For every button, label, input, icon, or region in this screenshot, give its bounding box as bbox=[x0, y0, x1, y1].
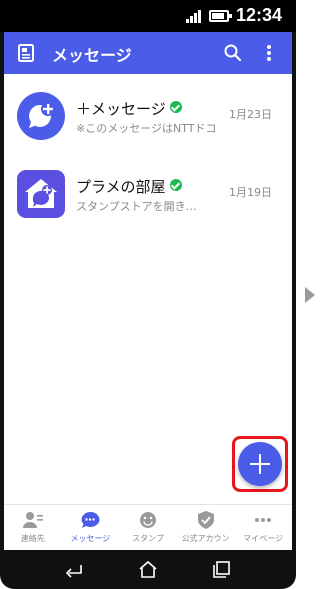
nav-label: 公式アカウン bbox=[181, 534, 230, 543]
overflow-menu-icon[interactable] bbox=[262, 42, 276, 64]
shield-check-icon bbox=[197, 511, 214, 529]
recent-apps-icon[interactable] bbox=[210, 559, 234, 579]
bottom-nav: 連絡先 メッセージ スタンプ 公式アカウン マイページ bbox=[4, 504, 292, 550]
message-list-item[interactable]: プラメの部屋 スタンプストアを開き… 1月19日 bbox=[4, 152, 292, 230]
nav-label: メッセージ bbox=[70, 534, 111, 543]
nav-item-my-page[interactable]: マイページ bbox=[234, 505, 292, 550]
chat-bubble-icon bbox=[82, 511, 100, 528]
page-title: メッセージ bbox=[52, 46, 132, 65]
nav-item-messages[interactable]: メッセージ bbox=[62, 505, 120, 550]
message-sender-name: ＋メッセージ bbox=[76, 98, 182, 119]
nav-item-official-accounts[interactable]: 公式アカウン bbox=[177, 505, 235, 550]
plus-icon bbox=[250, 454, 270, 474]
nav-label: スタンプ bbox=[132, 534, 164, 543]
verified-check-icon bbox=[169, 179, 182, 191]
screenshot-page: 12:34 メッセージ ＋メッセージ ※このメッセージはNTTドコモ 1月23日… bbox=[0, 0, 318, 589]
status-time: 12:34 bbox=[236, 5, 283, 25]
app-bar: メッセージ bbox=[4, 32, 292, 74]
phone-frame: 12:34 メッセージ ＋メッセージ ※このメッセージはNTTドコモ 1月23日… bbox=[0, 0, 296, 589]
house-chat-avatar-icon bbox=[17, 170, 65, 218]
sticker-smile-icon bbox=[139, 512, 156, 528]
message-preview: ※このメッセージはNTTドコモ bbox=[76, 122, 216, 135]
system-nav-bar bbox=[0, 550, 296, 589]
message-date: 1月23日 bbox=[229, 108, 272, 121]
nav-item-contacts[interactable]: 連絡先 bbox=[4, 505, 62, 550]
nav-label: マイページ bbox=[243, 534, 284, 543]
search-icon[interactable] bbox=[222, 42, 244, 64]
signal-icon bbox=[186, 9, 204, 23]
message-date: 1月19日 bbox=[229, 186, 272, 199]
message-preview: スタンプストアを開き… bbox=[76, 200, 197, 213]
battery-icon bbox=[209, 10, 232, 22]
message-list: ＋メッセージ ※このメッセージはNTTドコモ 1月23日 プラメの部屋 スタンプ… bbox=[4, 74, 292, 230]
message-list-item[interactable]: ＋メッセージ ※このメッセージはNTTドコモ 1月23日 bbox=[4, 74, 292, 152]
verified-check-icon bbox=[169, 101, 182, 113]
more-dots-icon bbox=[255, 518, 272, 522]
home-icon[interactable] bbox=[136, 559, 160, 579]
back-icon[interactable] bbox=[62, 559, 86, 579]
contacts-icon bbox=[22, 512, 43, 528]
message-sender-name: プラメの部屋 bbox=[76, 176, 182, 197]
app-screen: メッセージ ＋メッセージ ※このメッセージはNTTドコモ 1月23日 プラメの部… bbox=[4, 32, 292, 550]
status-bar: 12:34 bbox=[0, 0, 296, 32]
nav-label: 連絡先 bbox=[20, 534, 45, 543]
nav-item-stickers[interactable]: スタンプ bbox=[119, 505, 177, 550]
next-arrow-icon[interactable] bbox=[305, 287, 315, 303]
plus-message-avatar-icon bbox=[17, 92, 65, 140]
drawer-menu-icon[interactable] bbox=[18, 44, 34, 62]
new-message-button[interactable] bbox=[238, 442, 282, 486]
